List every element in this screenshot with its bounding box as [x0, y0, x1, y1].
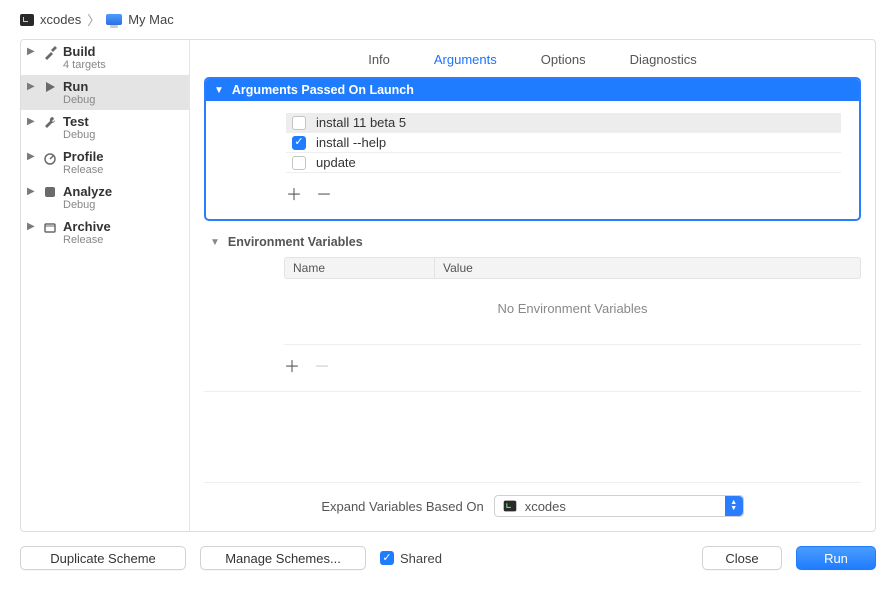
- tab-arguments[interactable]: Arguments: [434, 52, 497, 67]
- archive-icon: [41, 219, 59, 234]
- argument-row[interactable]: install --help: [286, 133, 841, 153]
- terminal-icon: [20, 14, 34, 26]
- duplicate-scheme-button[interactable]: Duplicate Scheme: [20, 546, 186, 570]
- env-empty-text: No Environment Variables: [284, 279, 861, 344]
- arguments-header-label: Arguments Passed On Launch: [232, 83, 414, 97]
- select-arrows-icon: ▲▼: [725, 496, 743, 516]
- argument-text[interactable]: install 11 beta 5: [316, 115, 406, 130]
- argument-text[interactable]: install --help: [316, 135, 386, 150]
- sidebar-item-run[interactable]: ▶ Run Debug: [21, 75, 189, 110]
- sidebar-item-sub: Release: [63, 234, 111, 246]
- disclosure-icon[interactable]: ▶: [27, 114, 37, 130]
- terminal-icon: [503, 501, 516, 512]
- breadcrumb-scheme[interactable]: xcodes: [40, 12, 81, 27]
- env-header-label: Environment Variables: [228, 235, 363, 249]
- disclosure-icon[interactable]: ▶: [27, 44, 37, 60]
- sidebar-item-sub: Release: [63, 164, 103, 176]
- argument-checkbox[interactable]: [292, 116, 306, 130]
- analyze-icon: [41, 184, 59, 199]
- remove-argument-button[interactable]: －: [316, 181, 332, 205]
- disclosure-icon[interactable]: ▶: [27, 184, 37, 200]
- hammer-icon: [41, 44, 59, 61]
- argument-checkbox[interactable]: [292, 156, 306, 170]
- sidebar-item-label: Analyze: [63, 184, 112, 199]
- shared-label: Shared: [400, 551, 442, 566]
- triangle-down-icon: ▼: [214, 85, 224, 96]
- bottom-bar: Duplicate Scheme Manage Schemes... Share…: [0, 532, 896, 570]
- triangle-down-icon: ▼: [210, 237, 220, 248]
- env-header[interactable]: ▼ Environment Variables: [204, 221, 861, 257]
- argument-checkbox[interactable]: [292, 136, 306, 150]
- close-button[interactable]: Close: [702, 546, 782, 570]
- tab-diagnostics[interactable]: Diagnostics: [630, 52, 697, 67]
- add-argument-button[interactable]: ＋: [286, 181, 302, 205]
- sidebar-item-test[interactable]: ▶ Test Debug: [21, 110, 189, 145]
- gauge-icon: [41, 149, 59, 166]
- sidebar-item-label: Profile: [63, 149, 103, 164]
- mac-icon: [106, 14, 122, 25]
- env-col-name[interactable]: Name: [285, 258, 435, 278]
- sidebar-item-sub: Debug: [63, 199, 112, 211]
- shared-checkbox-box[interactable]: [380, 551, 394, 565]
- run-button[interactable]: Run: [796, 546, 876, 570]
- tab-options[interactable]: Options: [541, 52, 586, 67]
- sidebar-item-analyze[interactable]: ▶ Analyze Debug: [21, 180, 189, 215]
- wrench-icon: [41, 114, 59, 131]
- chevron-right-icon: 〉: [87, 10, 100, 29]
- sidebar-item-archive[interactable]: ▶ Archive Release: [21, 215, 189, 250]
- sidebar-item-label: Run: [63, 79, 95, 94]
- content: Info Arguments Options Diagnostics ▼ Arg…: [190, 40, 875, 531]
- expand-footer: Expand Variables Based On xcodes ▲▼: [204, 482, 861, 531]
- expand-select[interactable]: xcodes ▲▼: [494, 495, 744, 517]
- sidebar-item-build[interactable]: ▶ Build 4 targets: [21, 40, 189, 75]
- breadcrumb: xcodes 〉 My Mac: [0, 0, 896, 39]
- shared-checkbox[interactable]: Shared: [380, 551, 442, 566]
- sidebar: ▶ Build 4 targets ▶ Run Debug ▶: [21, 40, 190, 531]
- disclosure-icon[interactable]: ▶: [27, 219, 37, 235]
- sidebar-item-sub: 4 targets: [63, 59, 106, 71]
- remove-env-button: －: [314, 353, 330, 377]
- sidebar-item-profile[interactable]: ▶ Profile Release: [21, 145, 189, 180]
- play-icon: [41, 79, 59, 94]
- expand-label: Expand Variables Based On: [321, 499, 483, 514]
- disclosure-icon[interactable]: ▶: [27, 79, 37, 95]
- env-table: Name Value No Environment Variables: [284, 257, 861, 344]
- breadcrumb-destination[interactable]: My Mac: [128, 12, 174, 27]
- sidebar-item-sub: Debug: [63, 94, 95, 106]
- arguments-header[interactable]: ▼ Arguments Passed On Launch: [206, 79, 859, 101]
- sidebar-item-label: Build: [63, 44, 106, 59]
- sidebar-item-label: Archive: [63, 219, 111, 234]
- main-panel: ▶ Build 4 targets ▶ Run Debug ▶: [20, 39, 876, 532]
- arguments-section: ▼ Arguments Passed On Launch install 11 …: [204, 77, 861, 221]
- argument-row[interactable]: update: [286, 153, 841, 173]
- sidebar-item-sub: Debug: [63, 129, 95, 141]
- manage-schemes-button[interactable]: Manage Schemes...: [200, 546, 366, 570]
- expand-value: xcodes: [525, 499, 566, 514]
- argument-text[interactable]: update: [316, 155, 356, 170]
- arguments-list: install 11 beta 5 install --help update …: [206, 101, 859, 219]
- tab-info[interactable]: Info: [368, 52, 390, 67]
- tabs: Info Arguments Options Diagnostics: [190, 40, 875, 77]
- add-env-button[interactable]: ＋: [284, 353, 300, 377]
- env-col-value[interactable]: Value: [435, 258, 860, 278]
- disclosure-icon[interactable]: ▶: [27, 149, 37, 165]
- argument-row[interactable]: install 11 beta 5: [286, 113, 841, 133]
- sidebar-item-label: Test: [63, 114, 95, 129]
